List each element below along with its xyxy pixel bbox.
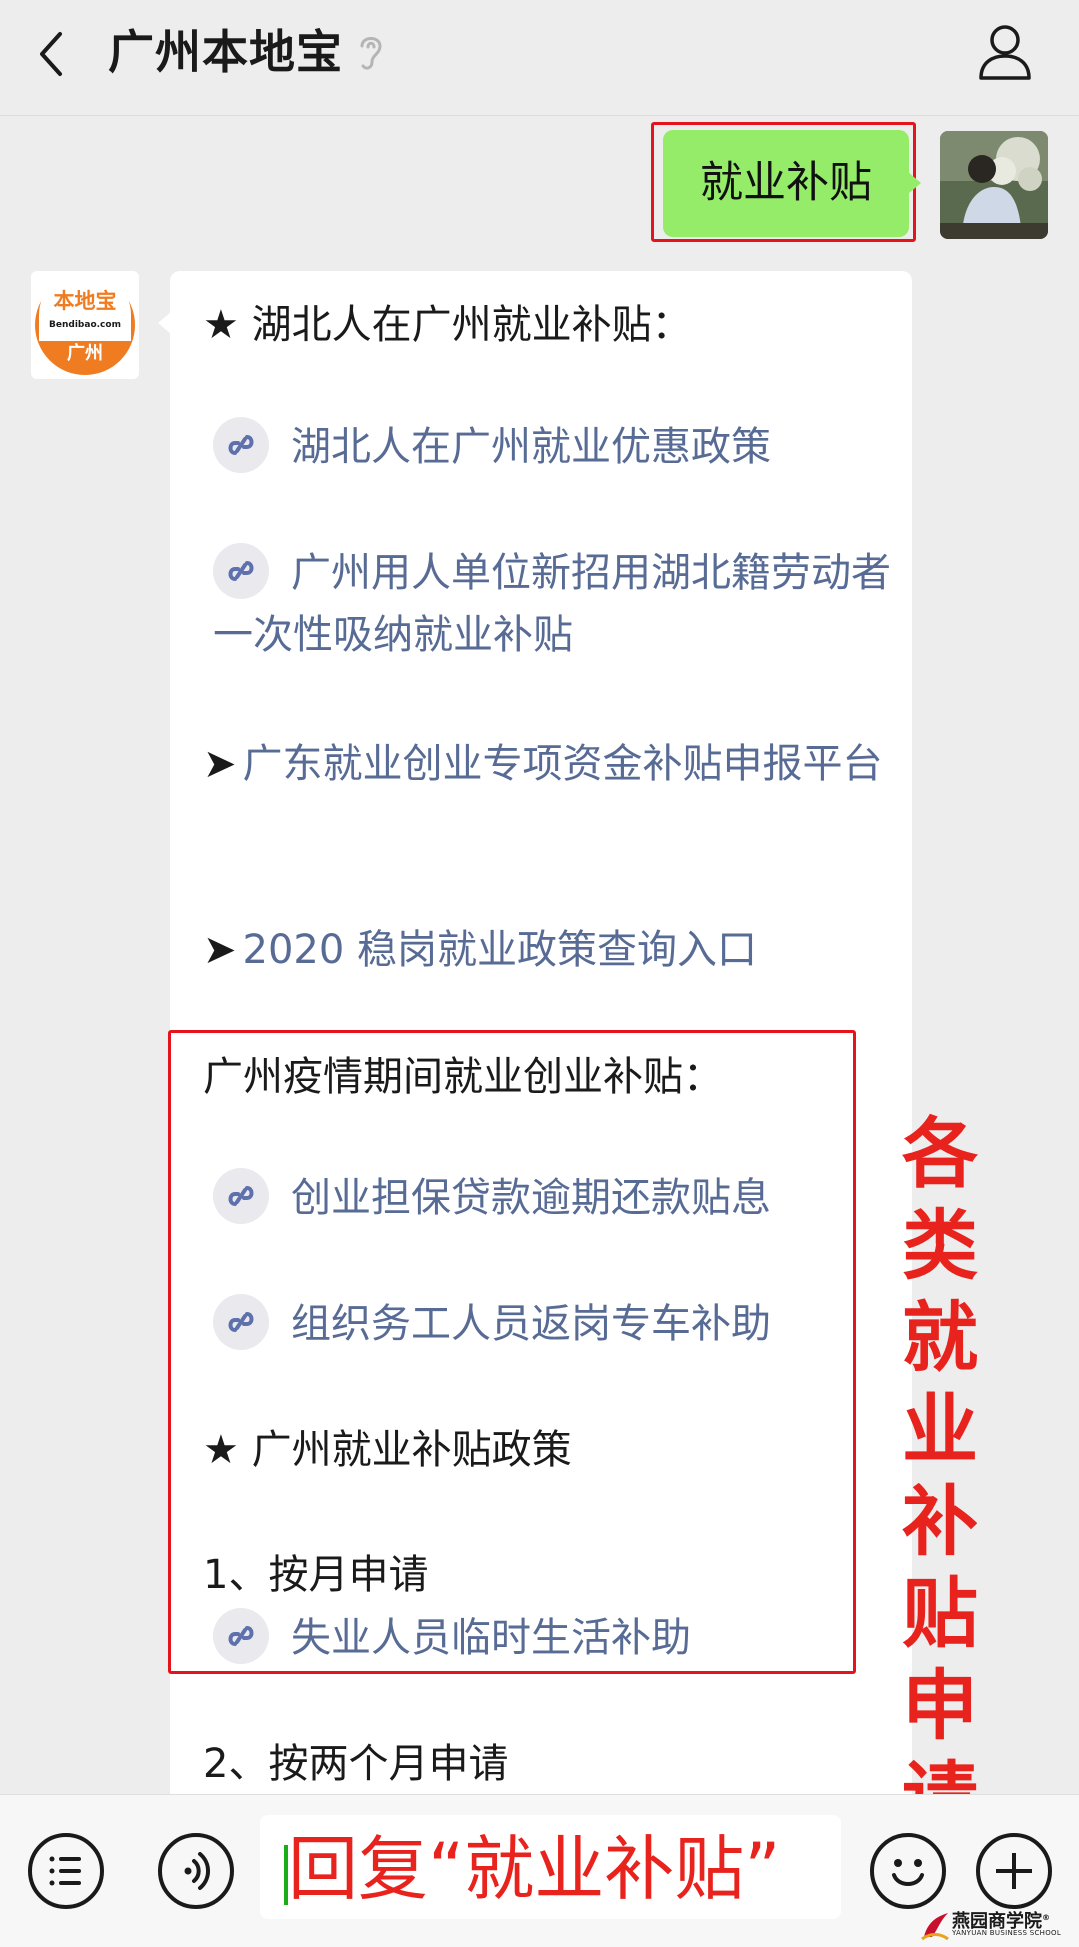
user-avatar-photo [940,131,1048,239]
annotation-line: 补贴 [902,1477,980,1658]
outgoing-message-bubble[interactable]: 就业补贴 [663,130,909,237]
emoji-button[interactable] [870,1833,946,1909]
watermark-registered-mark: ® [1042,1913,1050,1922]
link-2020-policy[interactable]: ➤ 2020 稳岗就业政策查询入口 [203,919,757,981]
voice-icon [184,1852,211,1890]
emoji-icon [892,1859,924,1886]
yanyuan-logo-icon [921,1913,949,1941]
watermark: 燕园商学院® YANYUAN BUSINESS SCHOOL [920,1907,1070,1943]
mini-program-link-5[interactable]: 创业担保贷款逾期还款贴息 [213,1167,771,1229]
back-button[interactable] [30,24,80,84]
section-title-hubei: ★ 湖北人在广州就业补贴： [203,302,692,348]
back-chevron-icon [40,32,62,76]
list-item-monthly: 1、按月申请 [203,1552,429,1598]
logo-domain: Bendibao.com [49,320,121,330]
arrow-icon: ➤ [203,927,237,973]
link-guangdong-platform[interactable]: ➤ 广东就业创业专项资金补贴申报平台 [203,733,893,795]
mini-program-link-icon [213,1168,269,1224]
mini-program-link-icon [213,1294,269,1350]
link-label: 2020 稳岗就业政策查询入口 [242,927,758,973]
chat-info-button[interactable] [975,20,1035,84]
section-title-policy: ★ 广州就业补贴政策 [203,1427,572,1473]
voice-input-button[interactable] [158,1833,234,1909]
link-label: 广州用人单位新招用湖北籍劳动者一次性吸纳就业补贴 [213,550,891,658]
user-avatar[interactable] [940,131,1048,239]
bendibao-logo: 本地宝 Bendibao.com 广州 [35,271,135,375]
person-icon [979,25,1031,80]
reply-instruction: 回复“就业补贴” [288,1828,781,1910]
more-functions-button[interactable] [976,1833,1052,1909]
link-label: 创业担保贷款逾期还款贴息 [291,1175,771,1221]
annotation-line: 就业 [902,1293,980,1474]
link-label: 湖北人在广州就业优惠政策 [291,424,771,470]
arrow-icon: ➤ [203,741,237,787]
outgoing-bubble-tail [908,172,921,194]
annotation-line: 申请 [902,1661,980,1794]
list-item-bimonthly: 2、按两个月申请 [203,1741,509,1787]
mini-program-link-7[interactable]: 失业人员临时生活补助 [213,1607,691,1669]
section-title-epidemic: 广州疫情期间就业创业补贴： [203,1054,723,1100]
watermark-text-en: YANYUAN BUSINESS SCHOOL [952,1929,1062,1937]
ear-icon [360,37,382,70]
logo-text-top: 本地宝 [54,289,117,313]
message-input[interactable]: 回复“就业补贴” [260,1815,841,1919]
mini-program-link-icon [213,543,269,599]
chat-header: 广州本地宝 [0,0,1079,116]
logo-text-bottom: 广州 [67,342,103,364]
chat-title: 广州本地宝 [108,25,343,79]
annotation-line: 各类 [902,1109,980,1290]
menu-toggle-button[interactable] [28,1833,104,1909]
mini-program-link-6[interactable]: 组织务工人员返岗专车补助 [213,1293,771,1355]
mini-program-link-icon [213,1608,269,1664]
annotation-guide: 各类 就业 补贴 申请 指南 [866,1108,1016,1794]
link-label: 广东就业创业专项资金补贴申报平台 [242,741,883,787]
link-label: 失业人员临时生活补助 [291,1615,691,1661]
plus-icon [996,1853,1032,1889]
official-account-avatar[interactable]: 本地宝 Bendibao.com 广州 [31,271,139,379]
mini-program-link-icon [213,417,269,473]
message-list[interactable]: 就业补贴 本地宝 Bendibao.com 广州 ★ 湖北人在广州就业补贴： 湖… [0,116,1079,1794]
input-bar: 回复“就业补贴” 燕园商学院® YANYUAN BUSINESS SCHOOL [0,1794,1079,1947]
menu-list-icon [49,1856,81,1886]
mini-program-link-1[interactable]: 湖北人在广州就业优惠政策 [213,416,771,478]
link-label: 组织务工人员返岗专车补助 [291,1301,771,1347]
mini-program-link-2[interactable]: 广州用人单位新招用湖北籍劳动者一次性吸纳就业补贴 [213,542,903,666]
